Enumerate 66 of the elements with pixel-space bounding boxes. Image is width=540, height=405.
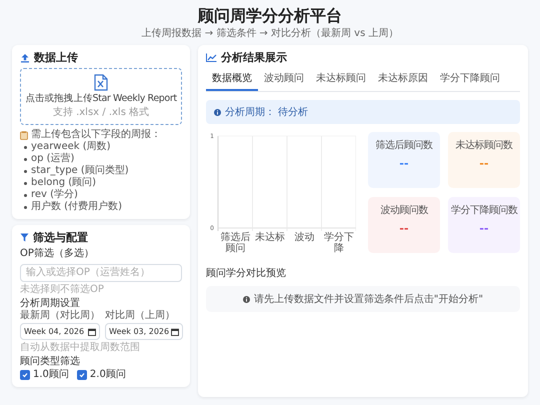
stat-value: -- xyxy=(399,157,409,170)
bullet-icon xyxy=(24,182,27,185)
bullet-icon xyxy=(24,206,27,209)
tab[interactable]: 未达标顾问 xyxy=(310,68,372,92)
dropzone-text: 点击或拖拽上传Star Weekly Report xyxy=(25,93,177,106)
spreadsheet-file-icon xyxy=(94,74,108,92)
stat-value: -- xyxy=(479,157,489,170)
line-chart-icon xyxy=(206,53,217,62)
checkbox-label: 1.0顾问 xyxy=(33,369,69,382)
card-title: 分析结果展示 xyxy=(221,51,287,64)
calendar-icon xyxy=(171,328,180,336)
fields-note: 需上传包含以下字段的周报： xyxy=(31,129,161,141)
card-title: 筛选与配置 xyxy=(33,231,88,244)
section-title: 顾问学分对比预览 xyxy=(206,266,287,280)
calendar-icon xyxy=(88,328,96,336)
stat-label: 学分下降顾问数 xyxy=(450,204,518,218)
stat-label: 波动顾问数 xyxy=(380,204,428,218)
field-item: star_type (顾问类型) xyxy=(31,165,129,177)
bullet-icon xyxy=(24,146,27,149)
field-item: belong (顾问) xyxy=(31,177,96,189)
stat-label: 筛选后顾问数 xyxy=(376,138,432,152)
field-label: OP筛选（多选） xyxy=(20,248,95,260)
axis-category-label: 未达标 xyxy=(254,232,286,246)
op-input-field[interactable]: 输入或选择OP（运营姓名） xyxy=(20,264,182,282)
upload-dropzone[interactable]: 点击或拖拽上传Star Weekly Report 支持 .xlsx / .xls 格式 xyxy=(20,68,182,126)
axis-category-label: 波动 xyxy=(293,232,316,246)
page-subtitle: 上传周报数据 → 筛选条件 → 对比分析（最新周 vs 上周） xyxy=(142,28,398,40)
section-label: 顾问类型筛选 xyxy=(20,356,81,368)
section-label: 分析周期设置 xyxy=(20,298,81,310)
field-hint: 未选择则不筛选OP xyxy=(20,284,105,296)
field-label: 对比周（上周） xyxy=(105,310,176,322)
clipboard-icon xyxy=(20,130,28,140)
bullet-icon xyxy=(24,158,27,161)
field-label: 最新周（对比周） xyxy=(20,310,100,322)
page-title: 顾问周学分分析平台 xyxy=(198,6,342,26)
info-icon xyxy=(214,108,221,116)
stat-value: -- xyxy=(399,222,409,236)
checkmark-icon xyxy=(78,372,85,378)
bullet-icon xyxy=(24,170,27,173)
tab[interactable]: 未达标原因 xyxy=(372,68,434,92)
field-item: op (运营) xyxy=(31,153,74,166)
dropzone-hint: 支持 .xlsx / .xls 格式 xyxy=(52,107,150,120)
info-icon xyxy=(242,296,250,303)
stat-value: -- xyxy=(479,222,489,236)
week-field[interactable]: Week 04, 2026 xyxy=(20,323,100,340)
axis-category-label: 筛选后顾问 xyxy=(219,232,252,254)
field-item: yearweek (周数) xyxy=(31,141,111,152)
checkbox[interactable] xyxy=(76,370,87,380)
tab[interactable]: 数据概览 xyxy=(206,68,258,92)
filter-icon xyxy=(20,233,29,242)
week-field[interactable]: Week 03, 2026 xyxy=(105,323,184,340)
checkbox-label: 2.0顾问 xyxy=(90,369,126,382)
tab[interactable]: 学分下降顾问 xyxy=(434,68,506,92)
axis-category-label: 学分下降 xyxy=(322,232,355,254)
upload-icon xyxy=(20,52,30,63)
empty-state-message: 请先上传数据文件并设置筛选条件后点击"开始分析" xyxy=(254,292,484,306)
checkmark-icon xyxy=(22,372,28,378)
field-item: rev (学分) xyxy=(31,189,78,200)
field-item: 用户数 (付费用户数) xyxy=(31,201,122,214)
field-hint: 自动从数据中提取周数范围 xyxy=(20,342,141,354)
checkbox[interactable] xyxy=(20,370,30,380)
period-text: 分析周期： 待分析 xyxy=(225,106,308,120)
tab[interactable]: 波动顾问 xyxy=(258,68,310,92)
stat-label: 未达标顾问数 xyxy=(456,138,512,152)
bullet-icon xyxy=(24,194,27,197)
card-title: 数据上传 xyxy=(34,51,78,64)
